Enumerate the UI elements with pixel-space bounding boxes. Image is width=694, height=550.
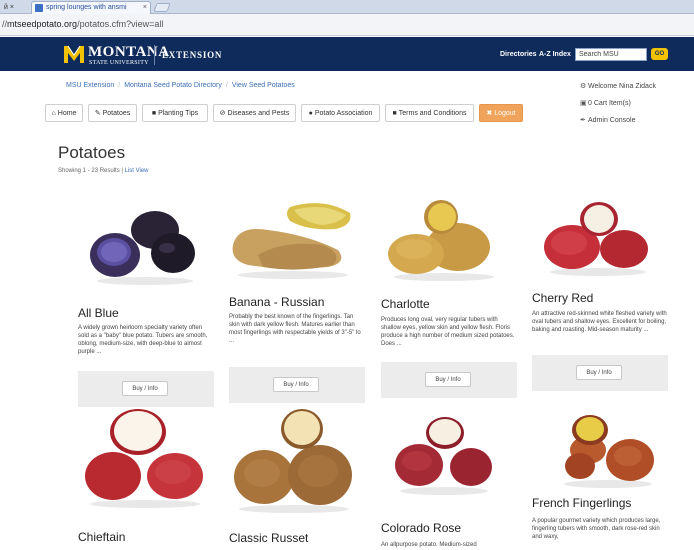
tab-previous[interactable]: й × xyxy=(0,1,18,14)
product-name[interactable]: French Fingerlings xyxy=(532,496,631,510)
buy-panel: Buy / Info xyxy=(229,367,365,403)
az-index-link[interactable]: A-Z Index xyxy=(539,51,571,58)
nav-diseases-pests[interactable]: ⊘ Diseases and Pests xyxy=(213,104,296,122)
product-description: An allpurpose potato. Medium-sized xyxy=(381,542,477,548)
search-go-button[interactable]: GO xyxy=(651,48,668,60)
wrench-icon: ✒ xyxy=(580,117,586,124)
results-count: Showing 1 - 23 Results | List View xyxy=(58,168,149,174)
tab-close-icon[interactable]: × xyxy=(143,2,147,14)
address-bar[interactable]: //mtseedpotato.org/potatos.cfm?view=all xyxy=(0,14,694,36)
nav-potatoes[interactable]: ✎ Potatoes xyxy=(88,104,137,122)
product-image[interactable] xyxy=(228,195,358,280)
nav-terms-conditions[interactable]: ■ Terms and Conditions xyxy=(385,104,474,122)
buy-info-button[interactable]: Buy / Info xyxy=(576,365,622,380)
product-description: A popular gourmet variety which produces… xyxy=(532,518,661,540)
doc-icon: ■ xyxy=(392,110,397,117)
nav-home[interactable]: ⌂ Home xyxy=(45,104,83,122)
tab-title: spring lounges with ansmi xyxy=(46,4,127,11)
tab-active[interactable]: spring lounges with ansmi × xyxy=(31,1,151,14)
breadcrumb-view-seed-potatoes[interactable]: View Seed Potatoes xyxy=(232,82,295,89)
home-icon: ⌂ xyxy=(51,110,56,117)
bullet-icon: ● xyxy=(308,110,313,117)
welcome-link[interactable]: ⚙ Welcome Nina Zidack xyxy=(580,78,656,95)
buy-info-button[interactable]: Buy / Info xyxy=(425,372,471,387)
breadcrumb-msu-extension[interactable]: MSU Extension xyxy=(66,82,114,89)
cart-link[interactable]: ▣0 Cart Item(s) xyxy=(580,95,656,112)
favicon-icon xyxy=(35,4,43,12)
product-name[interactable]: Chieftain xyxy=(78,530,125,544)
product-image[interactable] xyxy=(85,205,205,285)
url-host: mtseedpotato.org xyxy=(7,19,78,29)
product-image[interactable] xyxy=(558,410,658,488)
ban-icon: ⊘ xyxy=(219,110,226,117)
user-menu: ⚙ Welcome Nina Zidack ▣0 Cart Item(s) ✒ Ad… xyxy=(580,78,656,129)
product-name[interactable]: Colorado Rose xyxy=(381,521,461,535)
pencil-icon: ✎ xyxy=(94,110,101,117)
product-description: An attractive red-skinned white fleshed … xyxy=(532,311,667,333)
gear-icon: ⚙ xyxy=(580,83,587,90)
product-image[interactable] xyxy=(83,408,208,508)
product-image[interactable] xyxy=(386,197,501,282)
admin-console-link[interactable]: ✒ Admin Console xyxy=(580,112,656,129)
url-text[interactable]: //mtseedpotato.org/potatos.cfm?view=all xyxy=(2,19,163,29)
logo-divider xyxy=(154,45,155,65)
url-path: /potatos.cfm?view=all xyxy=(77,19,164,29)
browser-tab-bar: й × spring lounges with ansmi × xyxy=(0,0,694,14)
buy-info-button[interactable]: Buy / Info xyxy=(122,381,168,396)
product-name[interactable]: Banana - Russian xyxy=(229,295,324,309)
extension-label[interactable]: EXTENSION xyxy=(162,50,222,60)
buy-panel: Buy / Info xyxy=(381,362,517,398)
logo-name[interactable]: MONTANA xyxy=(88,44,170,61)
page-title: Potatoes xyxy=(58,143,126,162)
nav-potato-association[interactable]: ● Potato Association xyxy=(301,104,380,122)
site-header: MONTANA STATE UNIVERSITY EXTENSION Direc… xyxy=(0,37,694,71)
breadcrumb-directory[interactable]: Montana Seed Potato Directory xyxy=(124,82,222,89)
product-description: A widely grown heirloom specialty variet… xyxy=(78,325,208,355)
product-image[interactable] xyxy=(542,197,654,277)
product-name[interactable]: All Blue xyxy=(78,306,119,320)
new-tab-button[interactable] xyxy=(153,3,171,12)
logo-subtitle: STATE UNIVERSITY xyxy=(89,60,149,66)
comment-icon: ■ xyxy=(151,110,157,117)
product-name[interactable]: Classic Russet xyxy=(229,531,308,545)
buy-info-button[interactable]: Buy / Info xyxy=(273,377,319,392)
product-image[interactable] xyxy=(232,405,357,513)
nav-planting-tips[interactable]: ■ Planting Tips xyxy=(142,104,208,122)
list-view-link[interactable]: List View xyxy=(125,168,149,174)
breadcrumb: MSU Extension / Montana Seed Potato Direct… xyxy=(66,82,295,89)
nav-logout[interactable]: ✖ Logout xyxy=(479,104,523,122)
buy-panel: Buy / Info xyxy=(78,371,214,407)
product-description: Probably the best known of the fingerlin… xyxy=(229,314,361,344)
product-image[interactable] xyxy=(393,413,495,495)
product-name[interactable]: Charlotte xyxy=(381,297,430,311)
product-description: Produces long oval, very regular tubers … xyxy=(381,317,515,347)
directories-link[interactable]: Directories xyxy=(500,51,537,58)
buy-panel: Buy / Info xyxy=(532,355,668,391)
search-input[interactable] xyxy=(575,48,647,61)
cart-icon: ▣ xyxy=(580,100,587,107)
logout-icon: ✖ xyxy=(486,110,493,117)
product-name[interactable]: Cherry Red xyxy=(532,291,593,305)
msu-logo-icon[interactable] xyxy=(63,43,85,65)
